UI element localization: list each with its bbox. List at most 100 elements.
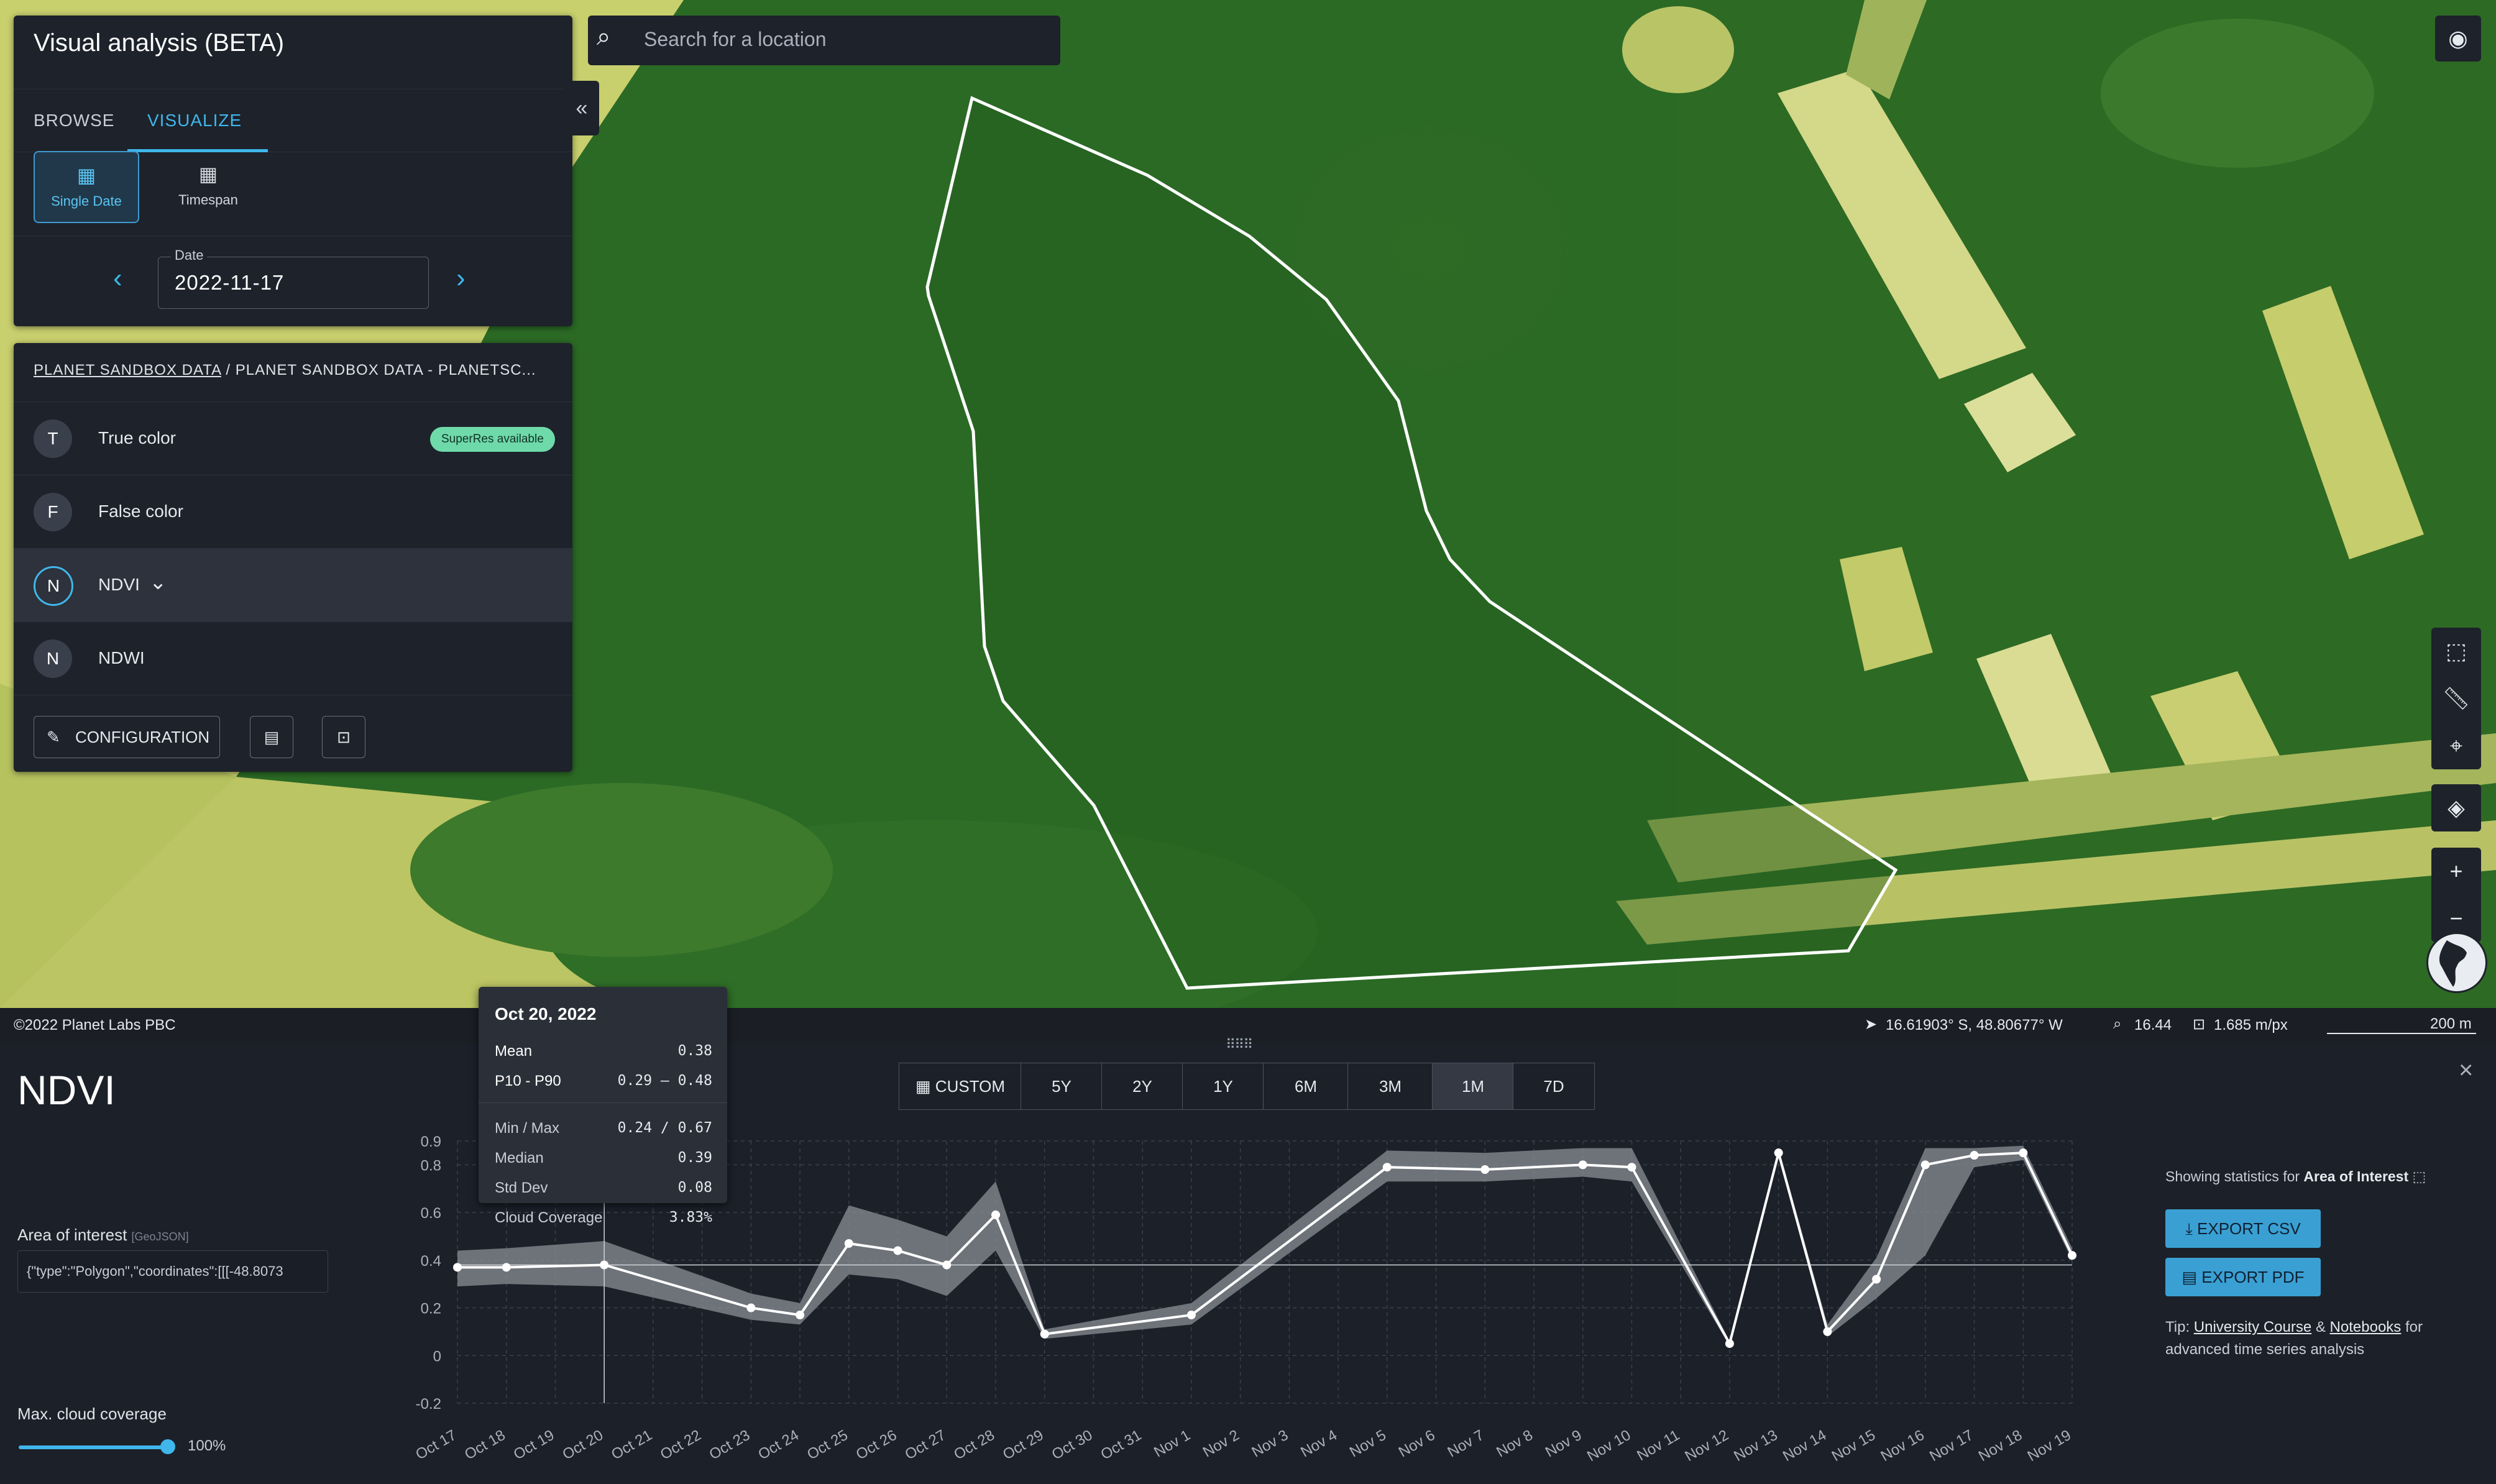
- globe-icon[interactable]: [2426, 932, 2487, 993]
- x-tick-label: Nov 12: [1682, 1427, 1732, 1465]
- location-search[interactable]: ⌕ Search for a location: [588, 16, 1060, 65]
- date-field[interactable]: Date 2022-11-17: [158, 247, 429, 309]
- tooltip-mean-value: 0.38: [677, 1043, 712, 1059]
- chevron-down-icon[interactable]: ⌄: [149, 570, 167, 595]
- layer-ndwi[interactable]: N NDWI: [14, 621, 572, 695]
- data-point: [1920, 1160, 1930, 1170]
- tooltip-std-value: 0.08: [677, 1179, 712, 1196]
- university-course-link[interactable]: University Course: [2194, 1319, 2311, 1335]
- layers-button[interactable]: ◈: [2431, 784, 2481, 831]
- x-tick-label: Nov 3: [1249, 1427, 1292, 1461]
- resolution-icon: ⊡: [2193, 1016, 2206, 1033]
- data-point: [1627, 1163, 1636, 1172]
- date-value: 2022-11-17: [175, 271, 285, 294]
- chart-tooltip: Oct 20, 2022 Mean 0.38 P10 - P90 0.29 – 0.…: [479, 987, 727, 1226]
- data-point: [844, 1239, 853, 1248]
- single-date-button[interactable]: ▦ Single Date: [34, 151, 139, 223]
- tab-visualize[interactable]: VISUALIZE: [147, 89, 242, 152]
- export-csv-button[interactable]: ⤓ EXPORT CSV: [2165, 1209, 2321, 1248]
- x-tick-label: Nov 2: [1200, 1427, 1242, 1461]
- y-tick-label: 0.9: [421, 1134, 441, 1150]
- notebooks-link[interactable]: Notebooks: [2330, 1319, 2402, 1335]
- layer-false-color[interactable]: F False color: [14, 475, 572, 549]
- x-tick-label: Nov 6: [1396, 1427, 1438, 1461]
- search-icon: ⌕: [597, 23, 611, 50]
- layer-letter: F: [34, 493, 72, 531]
- x-tick-label: Nov 17: [1927, 1427, 1976, 1465]
- x-tick-label: Oct 23: [707, 1427, 753, 1463]
- statistics-scope: Showing statistics for Area of Interest …: [2165, 1168, 2426, 1185]
- showing-target: Area of Interest: [2303, 1168, 2409, 1184]
- data-point: [1480, 1165, 1490, 1175]
- tooltip-minmax-label: Min / Max: [495, 1120, 560, 1137]
- tip-prefix: Tip:: [2165, 1319, 2190, 1335]
- data-point: [1774, 1148, 1783, 1158]
- breadcrumb: PLANET SANDBOX DATA / PLANET SANDBOX DAT…: [34, 362, 536, 379]
- single-date-label: Single Date: [51, 193, 122, 209]
- export-pdf-label: EXPORT PDF: [2201, 1268, 2305, 1286]
- pin-icon[interactable]: ⌖: [2431, 722, 2481, 769]
- data-point: [1872, 1275, 1881, 1284]
- tooltip-mean-label: Mean: [495, 1043, 533, 1060]
- collapse-panel-button[interactable]: «: [564, 81, 599, 135]
- scale-label: 200 m: [2430, 1015, 2472, 1032]
- data-point: [1823, 1327, 1832, 1336]
- legend-button[interactable]: ▤: [250, 716, 293, 758]
- configuration-button[interactable]: ✎ CONFIGURATION: [34, 716, 220, 758]
- x-tick-label: Nov 1: [1151, 1427, 1193, 1461]
- download-icon: ⤓: [2185, 1219, 2198, 1238]
- layers-icon: ◈: [2448, 795, 2465, 820]
- layer-name: False color: [98, 502, 183, 521]
- pencil-icon: ✎: [47, 728, 60, 746]
- tab-browse[interactable]: BROWSE: [34, 89, 114, 152]
- data-point: [746, 1303, 756, 1312]
- camera-icon[interactable]: ◉: [2435, 16, 2481, 62]
- x-tick-label: Oct 25: [804, 1427, 851, 1463]
- zoom-in-button[interactable]: +: [2431, 848, 2481, 895]
- zoom-level: 16.44: [2134, 1017, 2172, 1033]
- timespan-button[interactable]: ▦ Timespan: [157, 151, 260, 221]
- data-point: [1970, 1151, 1979, 1160]
- x-tick-label: Nov 4: [1298, 1427, 1340, 1461]
- zoom-icon: ⌕: [2113, 1015, 2122, 1032]
- tooltip-mean: Mean 0.38: [495, 1043, 712, 1060]
- x-tick-label: Oct 18: [462, 1427, 508, 1463]
- search-placeholder: Search for a location: [644, 28, 827, 50]
- area-select-icon[interactable]: ⬚: [2431, 628, 2481, 675]
- next-date-icon[interactable]: ›: [456, 263, 466, 294]
- breadcrumb-current: PLANET SANDBOX DATA - PLANETSC...: [235, 362, 536, 378]
- data-point: [1040, 1329, 1049, 1339]
- layer-true-color[interactable]: T True color SuperRes available: [14, 401, 572, 475]
- tooltip-percentile-label: P10 - P90: [495, 1073, 561, 1089]
- calendar-icon: ▦: [76, 164, 96, 186]
- y-tick-label: 0.8: [421, 1157, 441, 1174]
- breadcrumb-root[interactable]: PLANET SANDBOX DATA: [34, 362, 221, 378]
- tooltip-divider: [479, 1102, 727, 1103]
- layer-name: True color: [98, 428, 177, 447]
- layer-ndvi[interactable]: N NDVI ⌄: [14, 548, 572, 622]
- x-tick-label: Nov 16: [1878, 1427, 1927, 1465]
- configuration-label: CONFIGURATION: [75, 728, 210, 746]
- calendar-range-icon: ▦: [198, 163, 218, 185]
- tooltip-std: Std Dev 0.08: [495, 1179, 712, 1197]
- data-point: [600, 1260, 609, 1270]
- screenshot-area-button[interactable]: ⊡: [322, 716, 365, 758]
- ndvi-chart[interactable]: 0.90.80.60.40.20-0.2Oct 17 Oct 18 Oct 19 Oc…: [0, 1043, 2496, 1484]
- x-tick-label: Nov 14: [1780, 1427, 1829, 1465]
- resolution: 1.685 m/px: [2214, 1017, 2288, 1033]
- superres-badge: SuperRes available: [430, 427, 555, 452]
- ruler-icon[interactable]: 📏︎: [2431, 675, 2481, 722]
- layer-letter: N: [34, 639, 72, 678]
- x-tick-label: Oct 21: [608, 1427, 655, 1463]
- prev-date-icon[interactable]: ‹: [113, 263, 122, 294]
- data-point: [2068, 1251, 2076, 1260]
- data-point: [796, 1311, 805, 1320]
- y-tick-label: 0: [433, 1348, 441, 1365]
- layer-name: NDWI: [98, 648, 145, 667]
- x-tick-label: Nov 19: [2025, 1427, 2074, 1465]
- tooltip-median-label: Median: [495, 1150, 544, 1166]
- x-tick-label: Nov 9: [1543, 1427, 1585, 1461]
- map-tools: ⬚ 📏︎ ⌖: [2431, 628, 2481, 769]
- tooltip-cloud-label: Cloud Coverage: [495, 1209, 603, 1226]
- export-pdf-button[interactable]: ▤ EXPORT PDF: [2165, 1258, 2321, 1296]
